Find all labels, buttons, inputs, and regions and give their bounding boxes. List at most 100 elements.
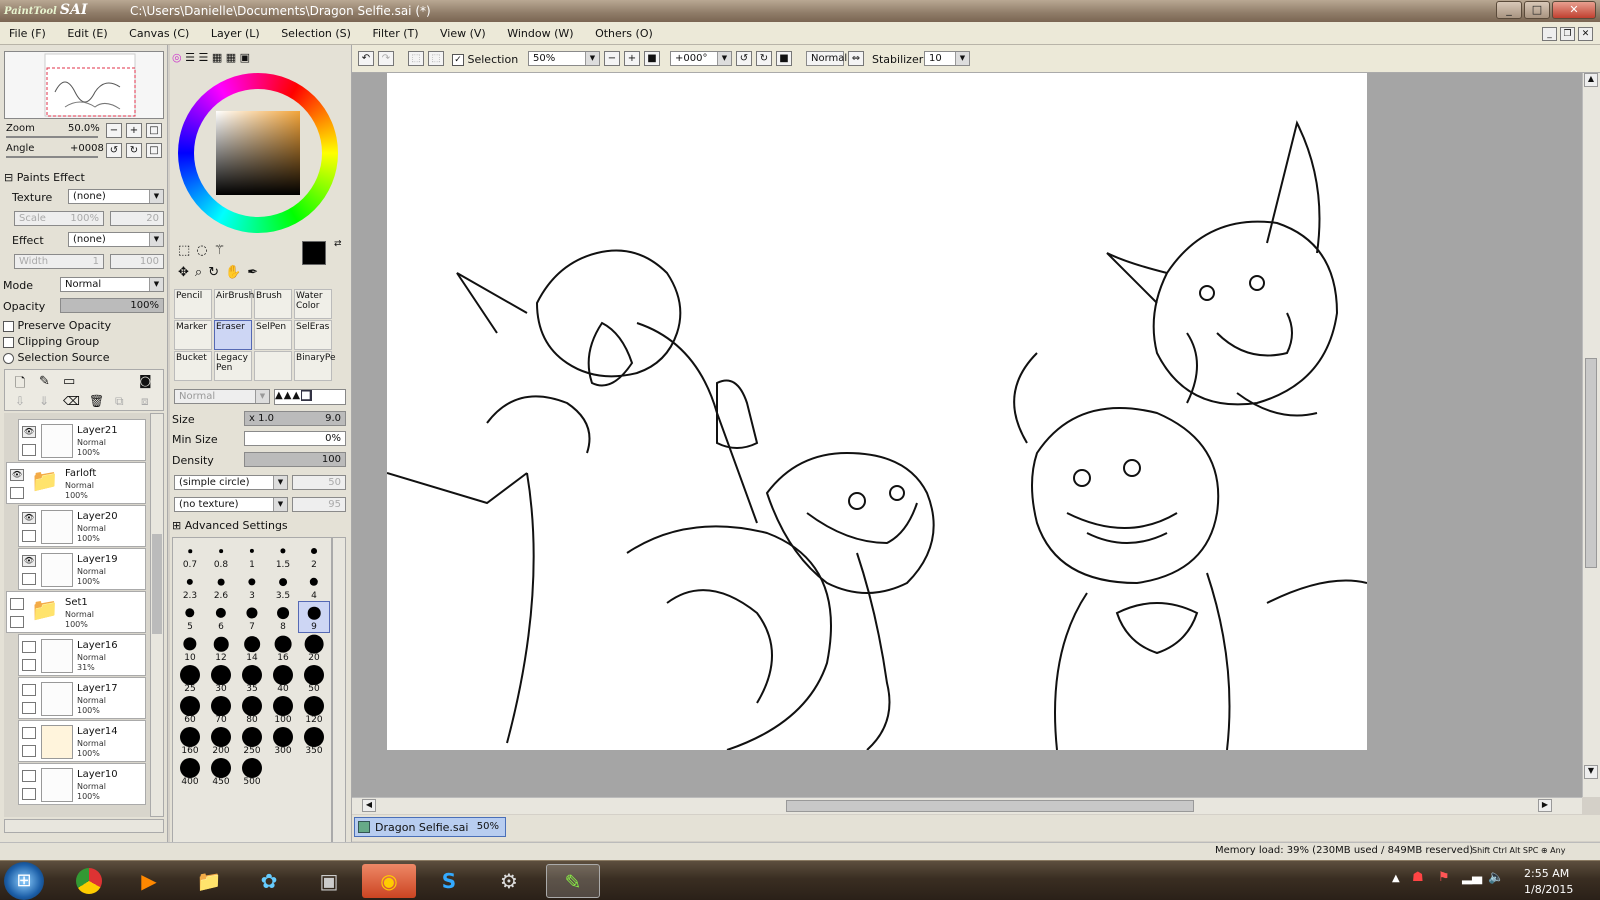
- menu-others[interactable]: Others (O): [586, 22, 662, 45]
- clipping-group-checkbox[interactable]: Clipping Group: [3, 335, 99, 348]
- minimize-button[interactable]: _: [1496, 1, 1522, 19]
- layer-select-checkbox[interactable]: [22, 745, 36, 757]
- computer-icon[interactable]: ▣: [302, 864, 356, 898]
- color-wheel-mode-icon[interactable]: ◎: [172, 51, 182, 64]
- rect-select-icon[interactable]: ⬚: [178, 243, 196, 258]
- selection-source-checkbox[interactable]: Selection Source: [3, 351, 109, 364]
- start-button-icon[interactable]: ⊞: [4, 862, 44, 900]
- brush-size-9[interactable]: 9: [298, 601, 330, 633]
- hand-icon[interactable]: ✋: [225, 265, 247, 280]
- chrome-icon[interactable]: [62, 864, 116, 898]
- vscroll-thumb[interactable]: [1585, 358, 1597, 568]
- brush-size-2[interactable]: 2: [299, 540, 329, 570]
- opacity-slider[interactable]: 100%: [60, 298, 164, 313]
- tool-watercolor[interactable]: Water Color: [294, 289, 332, 319]
- flatten-icon[interactable]: ⧈: [141, 394, 149, 409]
- eye-hidden-icon[interactable]: [10, 598, 24, 610]
- layer-item-layer14[interactable]: Layer14 Normal 100%: [18, 720, 146, 762]
- layer-select-checkbox[interactable]: [10, 487, 24, 499]
- layer-mask-icon[interactable]: ◙: [139, 374, 152, 389]
- toolbar-zoom-reset-icon[interactable]: ■: [644, 51, 660, 66]
- toolbar-zoom-in-icon[interactable]: +: [624, 51, 640, 66]
- size-slider[interactable]: x 1.0 9.0: [244, 411, 346, 426]
- zoom-tool-icon[interactable]: ⌕: [195, 265, 208, 280]
- stabilizer-select[interactable]: 10 ▼: [924, 51, 970, 66]
- menu-view[interactable]: View (V): [431, 22, 495, 45]
- paints-effect-header[interactable]: ⊟ Paints Effect: [4, 171, 164, 184]
- drawing-canvas[interactable]: [387, 73, 1367, 750]
- canvas-vertical-scrollbar[interactable]: ▲ ▼: [1582, 73, 1600, 797]
- tool-airbrush[interactable]: AirBrush: [214, 289, 254, 319]
- advanced-settings-toggle[interactable]: ⊞ Advanced Settings: [172, 519, 288, 532]
- action-center-icon[interactable]: ⚑: [1438, 870, 1450, 885]
- brush-size-0.7[interactable]: 0.7: [175, 540, 205, 570]
- brush-size-300[interactable]: 300: [268, 726, 298, 756]
- move-icon[interactable]: ✥: [178, 265, 195, 280]
- scroll-down-icon[interactable]: ▼: [1584, 765, 1598, 779]
- scroll-up-icon[interactable]: ▲: [1584, 73, 1598, 87]
- maximize-button[interactable]: □: [1524, 1, 1550, 19]
- menu-selection[interactable]: Selection (S): [272, 22, 360, 45]
- brush-size-20[interactable]: 20: [299, 633, 329, 663]
- tool-seleras[interactable]: SelEras: [294, 320, 332, 350]
- volume-icon[interactable]: 🔈: [1488, 870, 1504, 885]
- lasso-icon[interactable]: ◌: [196, 243, 213, 258]
- network-app-icon[interactable]: ✿: [242, 864, 296, 898]
- brush-size-160[interactable]: 160: [175, 726, 205, 756]
- layer-select-checkbox[interactable]: [22, 702, 36, 714]
- menu-filter[interactable]: Filter (T): [363, 22, 427, 45]
- color-wheel[interactable]: [178, 73, 338, 233]
- trash-icon[interactable]: 🗑: [89, 394, 104, 408]
- angle-select[interactable]: +000° ▼: [670, 51, 732, 66]
- brush-size-120[interactable]: 120: [299, 695, 329, 725]
- brush-size-80[interactable]: 80: [237, 695, 267, 725]
- tool-empty[interactable]: [254, 351, 292, 381]
- tool-pencil[interactable]: Pencil: [174, 289, 212, 319]
- layer-select-checkbox[interactable]: [22, 530, 36, 542]
- brush-size-7[interactable]: 7: [237, 602, 267, 632]
- layer-select-checkbox[interactable]: [22, 788, 36, 800]
- foreground-color-swatch[interactable]: [302, 241, 326, 265]
- magic-wand-icon[interactable]: ⚚: [214, 243, 232, 258]
- tool-binarypen[interactable]: BinaryPe: [294, 351, 336, 381]
- brush-size-3[interactable]: 3: [237, 571, 267, 601]
- layer-select-checkbox[interactable]: [22, 573, 36, 585]
- eye-hidden-icon[interactable]: [22, 770, 36, 782]
- selection-toggle[interactable]: ✓ Selection: [452, 53, 518, 66]
- brush-size-70[interactable]: 70: [206, 695, 236, 725]
- menu-canvas[interactable]: Canvas (C): [120, 22, 198, 45]
- scroll-left-icon[interactable]: ◀: [362, 799, 376, 812]
- mdi-minimize-button[interactable]: _: [1542, 27, 1557, 41]
- brush-size-16[interactable]: 16: [268, 633, 298, 663]
- menu-file[interactable]: File (F): [0, 22, 55, 45]
- layer-mode-select[interactable]: Normal ▼: [60, 277, 164, 292]
- brush-size-200[interactable]: 200: [206, 726, 236, 756]
- eyedropper-icon[interactable]: ✒: [247, 265, 264, 280]
- view-mode-button[interactable]: Normal: [806, 51, 847, 66]
- close-button[interactable]: ✕: [1552, 1, 1596, 19]
- brush-size-12[interactable]: 12: [206, 633, 236, 663]
- zoom-select[interactable]: 50% ▼: [528, 51, 600, 66]
- tool-legacy-pen[interactable]: Legacy Pen: [214, 351, 252, 381]
- saturation-value-square[interactable]: [216, 111, 300, 195]
- zoom-out-button[interactable]: −: [106, 123, 122, 138]
- painttool-sai-taskbar-icon[interactable]: ✎: [546, 864, 600, 898]
- media-player-icon[interactable]: ▶: [122, 864, 176, 898]
- network-signal-icon[interactable]: ▂▄: [1462, 870, 1482, 885]
- rotate-left-button[interactable]: ↺: [106, 143, 122, 158]
- menu-layer[interactable]: Layer (L): [202, 22, 269, 45]
- document-tab[interactable]: Dragon Selfie.sai 50%: [354, 817, 506, 837]
- edge-hardness-buttons[interactable]: ▲▲▲■: [274, 389, 346, 405]
- clock-date[interactable]: 1/8/2015: [1524, 883, 1573, 896]
- tray-expand-icon[interactable]: ▲: [1392, 873, 1400, 884]
- new-folder-icon[interactable]: ▭: [63, 374, 75, 389]
- brush-size-500[interactable]: 500: [237, 757, 267, 787]
- min-size-slider[interactable]: 0%: [244, 431, 346, 446]
- canvas-horizontal-scrollbar[interactable]: ◀ ▶: [352, 797, 1582, 814]
- zoom-slider[interactable]: [6, 136, 98, 138]
- eye-hidden-icon[interactable]: [22, 727, 36, 739]
- layer-item-layer16[interactable]: Layer16 Normal 31%: [18, 634, 146, 676]
- new-linework-layer-icon[interactable]: ✎: [39, 374, 50, 389]
- brush-size-8[interactable]: 8: [268, 602, 298, 632]
- brush-grid-scrollbar[interactable]: [332, 537, 346, 847]
